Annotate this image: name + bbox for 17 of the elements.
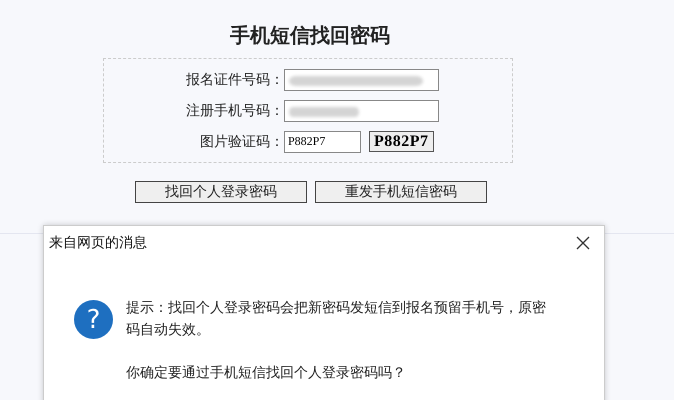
field-label: 报名证件号码： xyxy=(185,70,284,88)
captcha-input[interactable]: P882P7 xyxy=(284,130,361,152)
page-title: 手机短信找回密码 xyxy=(229,22,391,48)
blurred-input-field[interactable] xyxy=(284,68,439,90)
dialog-message: 提示：找回个人登录密码会把新密码发短信到报名预留手机号，原密码自动失效。 xyxy=(126,299,547,340)
field-label: 图片验证码： xyxy=(199,132,284,150)
close-icon[interactable] xyxy=(576,236,590,250)
blurred-text-icon xyxy=(289,76,423,86)
dialog-question: 你确定要通过手机短信找回个人登录密码吗？ xyxy=(126,364,407,383)
dialog-title: 来自网页的消息 xyxy=(49,234,147,252)
question-icon: ? xyxy=(74,300,113,339)
field-label: 注册手机号码： xyxy=(185,102,284,120)
captcha-image[interactable]: P882P7 xyxy=(369,131,434,152)
submit-button[interactable]: 重发手机短信密码 xyxy=(315,181,487,203)
submit-button[interactable]: 找回个人登录密码 xyxy=(135,181,307,203)
blurred-input-field[interactable] xyxy=(284,100,439,122)
blurred-text-icon xyxy=(289,106,359,116)
